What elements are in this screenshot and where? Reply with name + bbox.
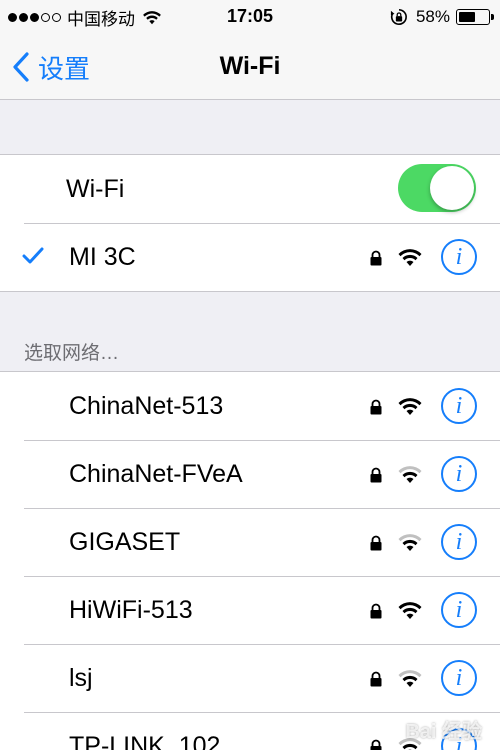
info-button[interactable]: i (441, 524, 477, 560)
wifi-signal-icon (398, 466, 422, 483)
battery-level (459, 12, 476, 22)
lock-icon (370, 250, 382, 266)
navigation-bar: 设置 Wi-Fi (0, 34, 500, 100)
network-row[interactable]: GIGASET i (0, 508, 500, 576)
info-button[interactable]: i (441, 239, 477, 275)
network-list: ChinaNet-513 i ChinaNet-FVeA i GIGASET i HiWiF… (0, 371, 500, 750)
network-row[interactable]: ChinaNet-FVeA i (0, 440, 500, 508)
network-row[interactable]: lsj i (0, 644, 500, 712)
connected-network-row[interactable]: MI 3C i (0, 223, 500, 291)
toggle-knob (430, 166, 474, 210)
lock-icon (370, 671, 382, 687)
info-button[interactable]: i (441, 592, 477, 628)
wifi-signal-icon (398, 398, 422, 415)
lock-icon (370, 399, 382, 415)
network-name: TP-LINK_102 (69, 731, 221, 750)
network-row[interactable]: HiWiFi-513 i (0, 576, 500, 644)
lock-icon (370, 603, 382, 619)
lock-icon (370, 535, 382, 551)
network-name: GIGASET (69, 527, 181, 556)
info-button[interactable]: i (441, 388, 477, 424)
section-header-choose-network: 选取网络… (24, 343, 120, 364)
network-name: ChinaNet-FVeA (69, 459, 243, 488)
battery-icon (456, 9, 494, 25)
wifi-toggle-label: Wi-Fi (66, 174, 125, 203)
wifi-settings-group: Wi-Fi MI 3C i (0, 154, 500, 292)
battery-percent: 58% (415, 7, 450, 26)
network-row[interactable]: ChinaNet-513 i (0, 372, 500, 440)
wifi-signal-icon (398, 670, 422, 687)
wifi-signal-icon (398, 602, 422, 619)
lock-icon (370, 467, 382, 483)
status-bar: 中国移动 17:05 58% (0, 0, 500, 34)
wifi-toggle-row: Wi-Fi (0, 155, 500, 223)
lock-icon (370, 739, 382, 750)
network-name: lsj (69, 663, 93, 692)
connected-network-name: MI 3C (69, 242, 136, 271)
page-title: Wi-Fi (219, 52, 281, 80)
watermark: Bai 经验 (405, 721, 482, 743)
status-right: 58% (390, 6, 494, 28)
wifi-toggle-switch[interactable] (398, 164, 476, 212)
checkmark-icon (22, 247, 44, 264)
info-button[interactable]: i (441, 456, 477, 492)
wifi-signal-icon (398, 534, 422, 551)
wifi-signal-icon (398, 249, 422, 266)
network-name: ChinaNet-513 (69, 391, 224, 420)
network-name: HiWiFi-513 (69, 595, 193, 624)
rotation-lock-icon (390, 8, 407, 25)
info-button[interactable]: i (441, 660, 477, 696)
